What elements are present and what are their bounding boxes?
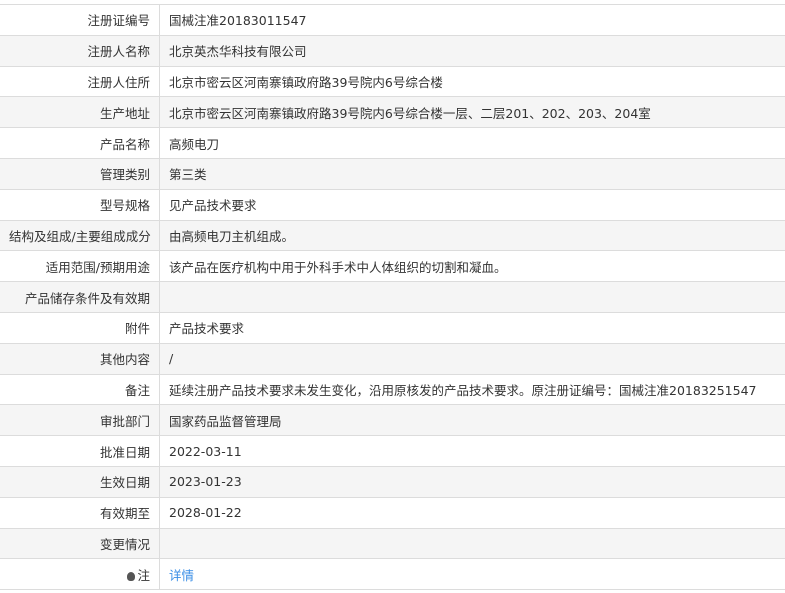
field-value: 见产品技术要求 [159,188,785,221]
field-label: 生效日期 [0,465,160,498]
field-label: 注册人住所 [0,65,160,98]
field-label: 注 [0,558,160,591]
bulb-icon [127,571,136,581]
field-value: 该产品在医疗机构中用于外科手术中人体组织的切割和凝血。 [159,250,785,283]
table-row: 变更情况 [0,527,785,560]
note-label: 注 [137,567,150,583]
table-row: 其他内容 / [0,342,785,375]
table-row: 注册人名称 北京英杰华科技有限公司 [0,34,785,67]
field-value: 2023-01-23 [159,465,785,498]
table-row: 产品储存条件及有效期 [0,281,785,313]
table-row: 备注 延续注册产品技术要求未发生变化，沿用原核发的产品技术要求。原注册证编号：国械… [0,373,785,406]
table-row: 有效期至 2028-01-22 [0,496,785,529]
field-value [159,281,785,313]
field-label: 审批部门 [0,404,160,437]
field-value: 由高频电刀主机组成。 [159,219,785,252]
field-label: 有效期至 [0,496,160,529]
field-value: 延续注册产品技术要求未发生变化，沿用原核发的产品技术要求。原注册证编号：国械注准… [159,373,785,406]
details-link[interactable]: 详情 [169,568,194,583]
table-row: 型号规格 见产品技术要求 [0,188,785,221]
field-value: 北京市密云区河南寨镇政府路39号院内6号综合楼一层、二层201、202、203、… [159,96,785,129]
field-label: 其他内容 [0,342,160,375]
table-row: 结构及组成/主要组成成分 由高频电刀主机组成。 [0,219,785,252]
field-value: 高频电刀 [159,127,785,159]
field-label: 产品储存条件及有效期 [0,281,160,313]
table-row: 产品名称 高频电刀 [0,127,785,159]
field-label: 附件 [0,311,160,344]
field-label: 注册人名称 [0,34,160,67]
table-row: 注册证编号 国械注准20183011547 [0,4,785,36]
field-label: 变更情况 [0,527,160,560]
field-value: 产品技术要求 [159,311,785,344]
field-label: 生产地址 [0,96,160,129]
field-value: 第三类 [159,157,785,190]
field-label: 注册证编号 [0,4,160,36]
field-label: 备注 [0,373,160,406]
table-row: 批准日期 2022-03-11 [0,435,785,467]
field-value: 国械注准20183011547 [159,4,785,36]
field-value: 北京市密云区河南寨镇政府路39号院内6号综合楼 [159,65,785,98]
field-value [159,527,785,560]
field-value: 国家药品监督管理局 [159,404,785,437]
field-label: 型号规格 [0,188,160,221]
table-row: 附件 产品技术要求 [0,311,785,344]
field-value: 北京英杰华科技有限公司 [159,34,785,67]
field-label: 产品名称 [0,127,160,159]
table-row: 生效日期 2023-01-23 [0,465,785,498]
field-value: / [159,342,785,375]
registration-detail-table: 注册证编号 国械注准20183011547 注册人名称 北京英杰华科技有限公司 注册人住… [0,4,785,591]
field-label: 管理类别 [0,157,160,190]
field-label: 结构及组成/主要组成成分 [0,219,160,252]
table-row: 生产地址 北京市密云区河南寨镇政府路39号院内6号综合楼一层、二层201、202、… [0,96,785,129]
field-value: 2022-03-11 [159,435,785,467]
field-label: 批准日期 [0,435,160,467]
field-label: 适用范围/预期用途 [0,250,160,283]
table-row: 注册人住所 北京市密云区河南寨镇政府路39号院内6号综合楼 [0,65,785,98]
table-row: 管理类别 第三类 [0,157,785,190]
field-value: 2028-01-22 [159,496,785,529]
table-row-note: 注 详情 [0,558,785,591]
table-row: 审批部门 国家药品监督管理局 [0,404,785,437]
table-row: 适用范围/预期用途 该产品在医疗机构中用于外科手术中人体组织的切割和凝血。 [0,250,785,283]
